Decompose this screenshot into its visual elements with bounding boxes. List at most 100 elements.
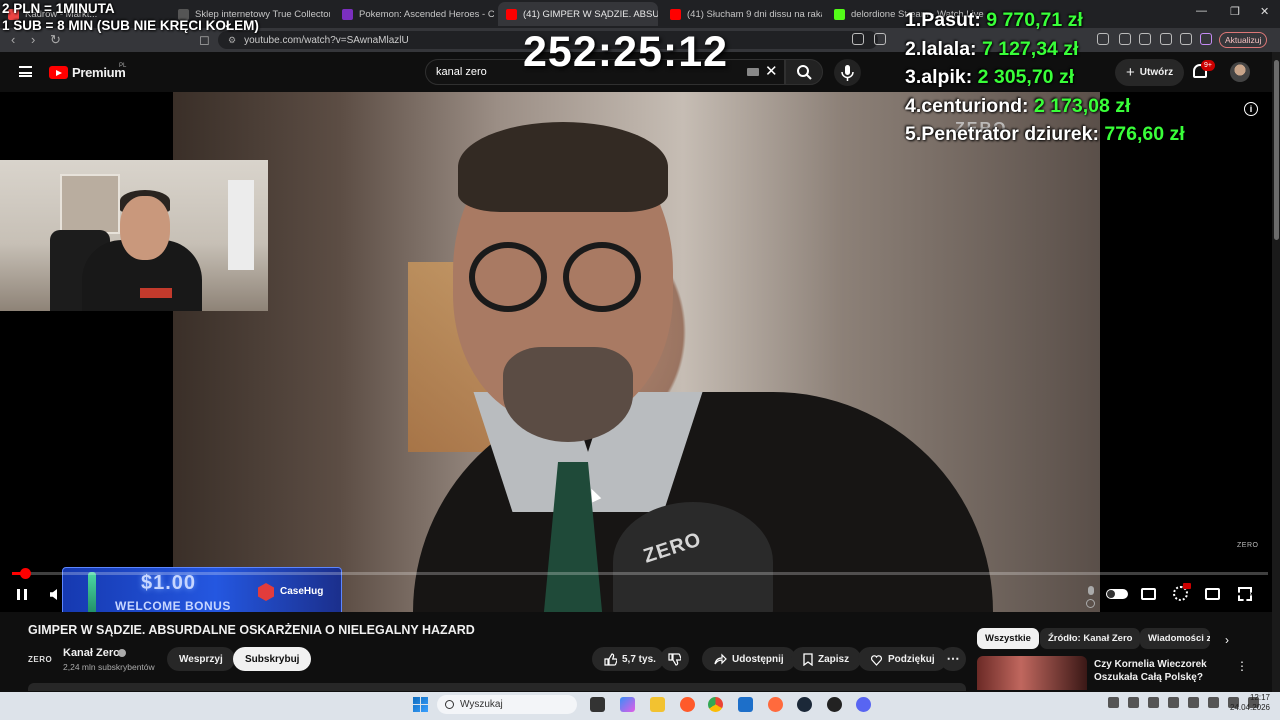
support-button[interactable]: Wesprzyj bbox=[167, 647, 235, 671]
browser-tab-active[interactable]: (41) GIMPER W SĄDZIE. ABSU... ✕ bbox=[498, 2, 658, 26]
thanks-label: Podziękuj bbox=[888, 653, 935, 665]
glasses-lens bbox=[469, 242, 547, 312]
steam-icon[interactable] bbox=[797, 697, 812, 712]
pause-icon[interactable] bbox=[17, 589, 27, 600]
miniplayer-icon[interactable] bbox=[1205, 588, 1220, 600]
subscriber-count: 2,24 mln subskrybentów bbox=[63, 662, 155, 672]
rule-line: 2 PLN = 1MINUTA bbox=[2, 1, 115, 16]
taskbar-search[interactable]: Wyszukaj bbox=[437, 695, 577, 714]
video-player[interactable]: ZERO ZERO ZERO i $1.00 WELCOME BONUS Cas… bbox=[0, 92, 1280, 612]
browser-tab[interactable]: (41) Słucham 9 dni dissu na raka żeby... bbox=[662, 2, 822, 26]
minimize-icon[interactable]: — bbox=[1196, 5, 1207, 17]
search-button[interactable] bbox=[785, 59, 823, 85]
taskbar-clock[interactable]: 12:17 24.04.2026 bbox=[1226, 693, 1270, 713]
chip-news[interactable]: Wiadomości z... bbox=[1140, 628, 1210, 649]
back-icon[interactable]: ‹ bbox=[11, 32, 15, 47]
more-vert-icon[interactable]: ⋮ bbox=[1236, 659, 1248, 673]
stream-rules-overlay: 2 PLN = 1MINUTA 1 SUB = 8 MIN (SUB NIE K… bbox=[2, 0, 259, 34]
task-view-icon[interactable] bbox=[590, 697, 605, 712]
rule-line: 1 SUB = 8 MIN (SUB NIE KRĘCI KOŁEM) bbox=[2, 18, 259, 33]
tray-app-icon[interactable] bbox=[1148, 697, 1159, 708]
brave-active-icon[interactable] bbox=[768, 697, 783, 712]
volume-icon[interactable] bbox=[50, 589, 57, 600]
update-button[interactable]: Aktualizuj bbox=[1219, 32, 1268, 48]
share-button[interactable]: Udostępnij bbox=[702, 647, 796, 671]
verified-badge-icon bbox=[118, 649, 126, 657]
share-label: Udostępnij bbox=[732, 653, 784, 665]
keyboard-icon[interactable] bbox=[747, 68, 759, 76]
search-icon bbox=[797, 65, 812, 80]
window-close-icon[interactable]: ✕ bbox=[1260, 5, 1269, 18]
donor-row: 1.Pasut: 9 770,71 zł bbox=[905, 9, 1083, 31]
dislike-button[interactable] bbox=[660, 647, 689, 671]
speaker-beard bbox=[503, 347, 633, 442]
webcam-shelf bbox=[60, 174, 120, 234]
chip-source[interactable]: Źródło: Kanał Zero bbox=[1040, 628, 1141, 649]
chip-all[interactable]: Wszystkie bbox=[977, 628, 1039, 649]
progress-handle[interactable] bbox=[20, 568, 31, 579]
wifi-icon[interactable] bbox=[1208, 697, 1219, 708]
windows-taskbar bbox=[0, 692, 1280, 720]
subscribe-button[interactable]: Subskrybuj bbox=[233, 647, 312, 671]
autoplay-toggle[interactable] bbox=[1106, 589, 1128, 599]
tab-label: (41) Słucham 9 dni dissu na raka żeby... bbox=[687, 8, 822, 20]
brave-icon[interactable] bbox=[680, 697, 695, 712]
chevron-right-icon[interactable]: › bbox=[1225, 633, 1229, 647]
promo-amount: $1.00 bbox=[141, 572, 197, 594]
copilot-icon[interactable] bbox=[620, 697, 635, 712]
share-arrow-icon bbox=[714, 653, 727, 665]
donor-row: 4.centuriond: 2 173,08 zł bbox=[905, 94, 1131, 117]
discord-icon[interactable] bbox=[856, 697, 871, 712]
hd-badge bbox=[1183, 583, 1191, 589]
file-explorer-icon[interactable] bbox=[650, 697, 665, 712]
info-icon[interactable]: i bbox=[1244, 102, 1258, 116]
obs-icon[interactable] bbox=[827, 697, 842, 712]
bookmark-icon[interactable]: ◻ bbox=[199, 32, 210, 48]
progress-bar[interactable] bbox=[12, 568, 1268, 579]
reload-icon[interactable]: ↻ bbox=[50, 32, 61, 48]
account-avatar[interactable] bbox=[1230, 62, 1250, 82]
maximize-icon[interactable]: ❐ bbox=[1230, 5, 1240, 18]
url-text: youtube.com/watch?v=SAwnaMlazlU bbox=[244, 34, 409, 46]
video-title: GIMPER W SĄDZIE. ABSURDALNE OSKARŻENIA O… bbox=[28, 623, 475, 637]
voice-search-button[interactable] bbox=[834, 59, 861, 86]
record-indicator-icon bbox=[1086, 599, 1095, 608]
tray-app-icon[interactable] bbox=[1168, 697, 1179, 708]
youtube-premium-logo[interactable]: Premium PL bbox=[49, 63, 126, 80]
profile-icon[interactable] bbox=[1200, 33, 1212, 45]
scrollbar-thumb[interactable] bbox=[1274, 60, 1279, 240]
tray-chevron-icon[interactable] bbox=[1108, 697, 1119, 708]
description-box[interactable] bbox=[28, 683, 966, 691]
channel-name[interactable]: Kanał Zero bbox=[63, 647, 120, 659]
webcam-head bbox=[120, 196, 170, 260]
fullscreen-icon[interactable] bbox=[1238, 587, 1252, 601]
recommendation-thumbnail[interactable] bbox=[977, 656, 1087, 690]
thanks-button[interactable]: Podziękuj bbox=[858, 647, 947, 671]
menu-icon[interactable] bbox=[19, 66, 32, 77]
recommendation-title[interactable]: Czy Kornelia Wieczorek Oszukała Całą Pol… bbox=[1094, 658, 1224, 684]
windows-start-icon[interactable] bbox=[413, 697, 428, 712]
forward-icon[interactable]: › bbox=[31, 32, 35, 47]
more-actions-icon[interactable]: ⋯ bbox=[940, 647, 966, 671]
site-info-icon[interactable]: ⚙ bbox=[228, 35, 236, 46]
share-page-icon[interactable] bbox=[874, 33, 886, 45]
subtitles-icon[interactable] bbox=[1141, 588, 1156, 600]
donor-row: 5.Penetrator dziurek: 776,60 zł bbox=[905, 123, 1185, 145]
tray-app-icon[interactable] bbox=[1128, 697, 1139, 708]
browser-tab[interactable]: Pokemon: Ascended Heroes - Ceny i ... bbox=[334, 2, 494, 26]
notification-count-badge: 9+ bbox=[1201, 60, 1215, 71]
store-icon[interactable] bbox=[738, 697, 753, 712]
streamer-webcam bbox=[0, 160, 268, 311]
clock-time: 12:17 bbox=[1249, 693, 1270, 702]
save-button[interactable]: Zapisz bbox=[791, 647, 862, 671]
like-button[interactable]: 5,7 tys. bbox=[592, 647, 664, 671]
thanks-heart-icon bbox=[870, 654, 883, 666]
channel-avatar[interactable]: ZERO bbox=[28, 652, 54, 666]
logo-text: Premium bbox=[72, 65, 126, 80]
clear-search-icon[interactable]: ✕ bbox=[765, 62, 778, 80]
tray-app-icon[interactable] bbox=[1188, 697, 1199, 708]
chrome-icon[interactable] bbox=[708, 697, 723, 712]
cast-icon[interactable] bbox=[852, 33, 864, 45]
like-count: 5,7 tys. bbox=[622, 653, 656, 665]
kick-favicon-icon bbox=[834, 8, 845, 20]
